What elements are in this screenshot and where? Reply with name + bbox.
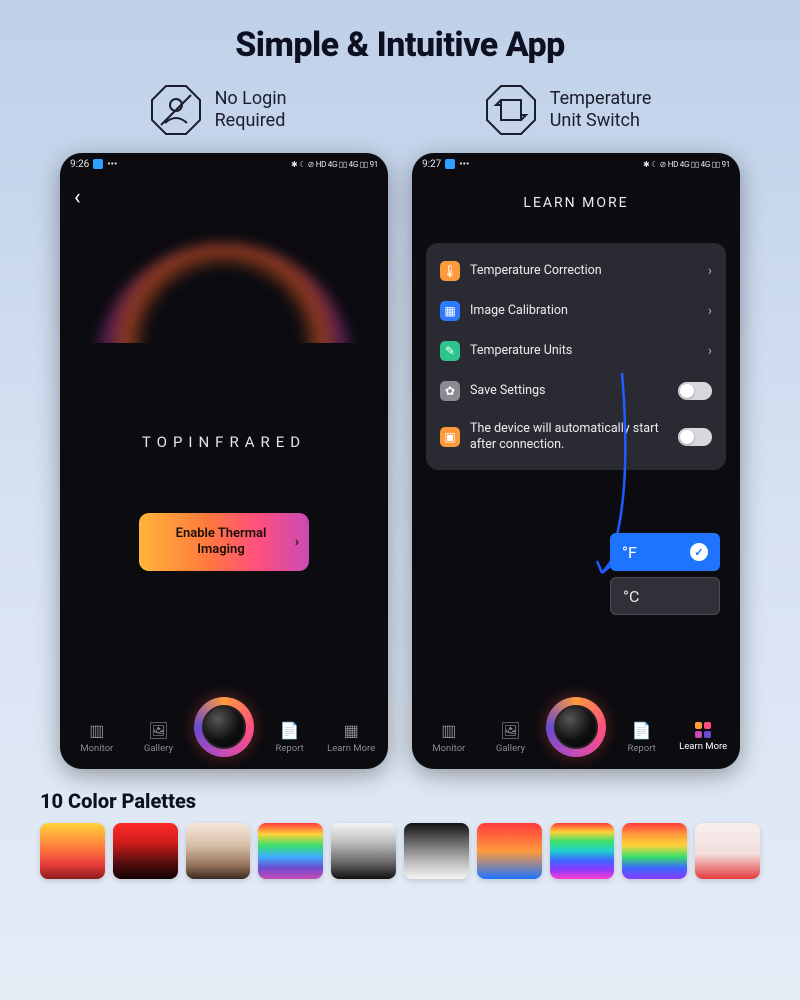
feature-line: Unit Switch <box>550 110 652 133</box>
status-ellipsis: ••• <box>459 159 469 170</box>
palette-swatch[interactable] <box>258 823 323 879</box>
palette-swatch[interactable] <box>550 823 615 879</box>
palette-swatch[interactable] <box>404 823 469 879</box>
gallery-icon: 🖼 <box>148 721 168 740</box>
nav-label: Gallery <box>144 743 173 754</box>
temp-switch-icon <box>484 83 538 137</box>
setting-label: Image Calibration <box>470 303 698 319</box>
phone-monitor: 9:26 ••• ✱ ☾ ⊘ HD 4G ▯▯ 4G ▯▯ 91 ‹ TOPIN… <box>60 153 388 769</box>
phone-learn-more: 9:27 ••• ✱ ☾ ⊘ HD 4G ▯▯ 4G ▯▯ 91 LEARN M… <box>412 153 740 769</box>
bottom-nav: ▥ Monitor 🖼 Gallery 📄 Report Learn More <box>412 711 740 769</box>
setting-temp-correction[interactable]: 🌡 Temperature Correction › <box>440 251 712 291</box>
setting-autostart[interactable]: ▣ The device will automatically start af… <box>440 411 712 462</box>
setting-save-settings[interactable]: ✿ Save Settings <box>440 371 712 411</box>
status-time: 9:27 <box>422 159 441 170</box>
palette-swatch[interactable] <box>477 823 542 879</box>
setting-temperature-units[interactable]: ✎ Temperature Units › <box>440 331 712 371</box>
status-bar: 9:26 ••• ✱ ☾ ⊘ HD 4G ▯▯ 4G ▯▯ 91 <box>60 153 388 175</box>
nav-gallery[interactable]: 🖼 Gallery <box>484 721 536 754</box>
feature-temp-switch: Temperature Unit Switch <box>484 83 652 137</box>
chevron-right-icon: › <box>708 343 712 359</box>
toggle-off[interactable] <box>678 428 712 446</box>
nav-label: Monitor <box>80 743 113 754</box>
toggle-off[interactable] <box>678 382 712 400</box>
learn-more-icon: ▦ <box>344 721 359 740</box>
palette-swatch[interactable] <box>331 823 396 879</box>
gallery-icon: 🖼 <box>500 721 520 740</box>
nav-monitor[interactable]: ▥ Monitor <box>423 721 475 754</box>
report-icon: 📄 <box>280 721 300 740</box>
setting-label: Temperature Correction <box>470 263 698 279</box>
nav-label: Monitor <box>432 743 465 754</box>
settings-panel: 🌡 Temperature Correction › ▦ Image Calib… <box>426 243 726 470</box>
temperature-unit-popup: °F ✓ °C <box>610 533 720 621</box>
unit-fahrenheit[interactable]: °F ✓ <box>610 533 720 571</box>
headline: Simple & Intuitive App <box>40 25 760 65</box>
palette-swatch[interactable] <box>695 823 760 879</box>
unit-celsius[interactable]: °C <box>610 577 720 615</box>
calibration-icon: ▦ <box>440 301 460 321</box>
phones-row: 9:26 ••• ✱ ☾ ⊘ HD 4G ▯▯ 4G ▯▯ 91 ‹ TOPIN… <box>40 153 760 769</box>
nav-learn-more[interactable]: Learn More <box>677 722 729 752</box>
nav-report[interactable]: 📄 Report <box>264 721 316 754</box>
status-right-icons: ✱ ☾ ⊘ HD 4G ▯▯ 4G ▯▯ 91 <box>291 160 378 169</box>
feature-line: No Login <box>215 88 287 111</box>
shutter-button[interactable] <box>546 697 606 757</box>
thermometer-icon: 🌡 <box>440 261 460 281</box>
thermal-glow <box>94 243 354 503</box>
nav-gallery[interactable]: 🖼 Gallery <box>132 721 184 754</box>
feature-line: Temperature <box>550 88 652 111</box>
chevron-right-icon: › <box>295 534 299 551</box>
units-icon: ✎ <box>440 341 460 361</box>
nav-learn-more[interactable]: ▦ Learn More <box>325 721 377 754</box>
nav-label: Learn More <box>679 741 727 752</box>
feature-label: No Login Required <box>215 88 287 133</box>
nav-report[interactable]: 📄 Report <box>616 721 668 754</box>
setting-image-calibration[interactable]: ▦ Image Calibration › <box>440 291 712 331</box>
enable-thermal-button[interactable]: Enable Thermal Imaging › <box>139 513 309 571</box>
nav-label: Learn More <box>327 743 375 754</box>
report-icon: 📄 <box>632 721 652 740</box>
nav-label: Report <box>627 743 655 754</box>
check-icon: ✓ <box>690 543 708 561</box>
setting-label: The device will automatically start afte… <box>470 421 668 452</box>
feature-line: Required <box>215 110 287 133</box>
palette-swatch[interactable] <box>40 823 105 879</box>
status-app-icon <box>445 159 455 169</box>
unit-label: °C <box>623 587 639 606</box>
bottom-nav: ▥ Monitor 🖼 Gallery 📄 Report ▦ Learn Mor… <box>60 711 388 769</box>
setting-label: Save Settings <box>470 383 668 399</box>
learn-more-title: LEARN MORE <box>412 195 740 211</box>
palette-swatch[interactable] <box>113 823 178 879</box>
feature-no-login: No Login Required <box>149 83 287 137</box>
palette-swatch[interactable] <box>622 823 687 879</box>
feature-row: No Login Required Temperature Unit Switc… <box>50 83 750 137</box>
setting-label: Temperature Units <box>470 343 698 359</box>
gear-icon: ✿ <box>440 381 460 401</box>
nav-label: Gallery <box>496 743 525 754</box>
cta-label: Enable Thermal Imaging <box>153 526 289 557</box>
feature-label: Temperature Unit Switch <box>550 88 652 133</box>
palette-swatch[interactable] <box>186 823 251 879</box>
no-login-icon <box>149 83 203 137</box>
brand-name: TOPINFRARED <box>60 433 388 451</box>
monitor-icon: ▥ <box>441 721 456 740</box>
back-button[interactable]: ‹ <box>74 185 81 210</box>
autostart-icon: ▣ <box>440 427 460 447</box>
palettes-title: 10 Color Palettes <box>40 789 760 813</box>
status-right-icons: ✱ ☾ ⊘ HD 4G ▯▯ 4G ▯▯ 91 <box>643 160 730 169</box>
status-time: 9:26 <box>70 159 89 170</box>
monitor-icon: ▥ <box>89 721 104 740</box>
nav-monitor[interactable]: ▥ Monitor <box>71 721 123 754</box>
unit-label: °F <box>622 543 637 562</box>
status-ellipsis: ••• <box>107 159 117 170</box>
shutter-button[interactable] <box>194 697 254 757</box>
nav-label: Report <box>275 743 303 754</box>
chevron-right-icon: › <box>708 303 712 319</box>
chevron-right-icon: › <box>708 263 712 279</box>
status-bar: 9:27 ••• ✱ ☾ ⊘ HD 4G ▯▯ 4G ▯▯ 91 <box>412 153 740 175</box>
palettes-row <box>40 823 760 879</box>
learn-more-icon <box>695 722 711 738</box>
status-app-icon <box>93 159 103 169</box>
